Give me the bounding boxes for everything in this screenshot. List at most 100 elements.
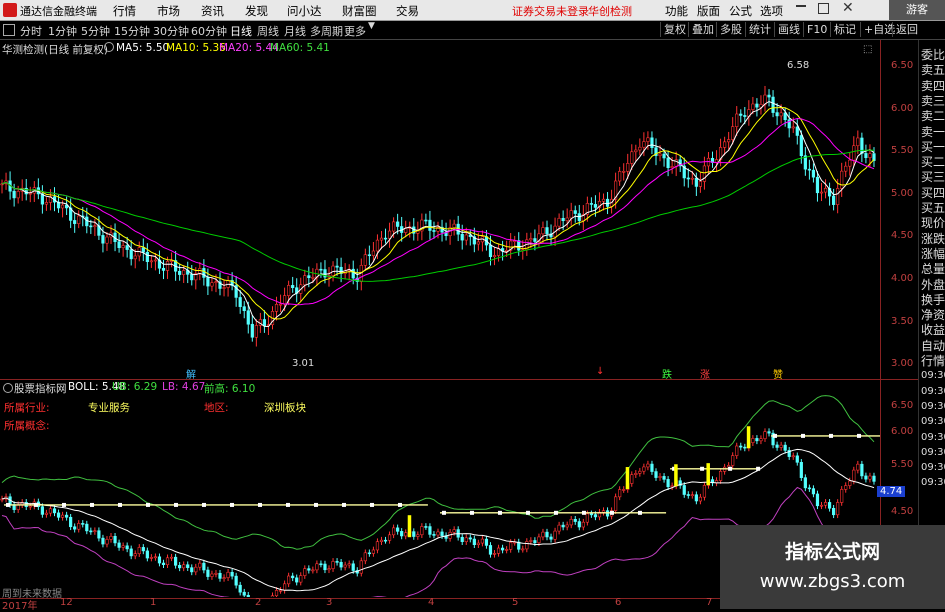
trade-login-warning[interactable]: 证券交易未登录 <box>512 3 589 19</box>
candle-body <box>129 249 133 260</box>
period-tab-intraday[interactable]: 分时 <box>20 23 42 39</box>
f10-button[interactable]: F10 <box>803 22 830 37</box>
candle-body <box>791 126 795 129</box>
candle-body <box>464 537 468 542</box>
candle-body <box>238 297 242 307</box>
menu-item-news[interactable]: 资讯 <box>201 3 224 19</box>
candle-body <box>488 545 493 555</box>
event-marker[interactable]: ↓ <box>596 366 604 377</box>
ma60-line <box>1 149 875 282</box>
side-panel-item[interactable]: 行情 <box>921 354 945 368</box>
signal-bar <box>407 515 412 538</box>
resistance-dot <box>441 510 446 515</box>
candle-body <box>60 514 65 518</box>
side-panel-item: 卖二 <box>921 109 945 124</box>
period-tab-weekly[interactable]: 周线 <box>257 23 279 39</box>
candle-body <box>634 149 638 153</box>
menu-item-market[interactable]: 行情 <box>113 3 136 19</box>
candle-body <box>557 217 561 227</box>
candle-body <box>371 250 376 256</box>
candle-body <box>815 493 820 507</box>
candle-body <box>186 564 190 568</box>
menu-item-trade[interactable]: 交易 <box>396 3 419 19</box>
candle-body <box>642 141 646 148</box>
draw-line-button[interactable]: 画线 <box>774 22 803 37</box>
mark-button[interactable]: 标记 <box>830 22 859 37</box>
candle-body <box>759 438 763 442</box>
candle-body <box>105 539 109 545</box>
menu-item-formula[interactable]: 公式 <box>729 3 752 19</box>
app-title: 通达信金融终端 <box>20 5 97 18</box>
period-tab-multi[interactable]: 多周期 <box>310 23 343 39</box>
candle-body <box>141 547 145 552</box>
candle-body <box>182 270 186 275</box>
signal-bar <box>746 426 751 449</box>
candle-body <box>246 594 250 597</box>
more-chevron-icon[interactable]: ▼ <box>368 21 375 31</box>
candle-body <box>698 496 702 502</box>
period-tab-daily[interactable]: 日线 <box>230 23 252 39</box>
menu-item-wealth[interactable]: 财富圈 <box>342 3 377 19</box>
resistance-dot <box>469 510 474 515</box>
x-tick: 6 <box>615 597 622 608</box>
candle-body <box>81 523 85 525</box>
candlestick-chart[interactable] <box>0 40 880 378</box>
minimize-icon[interactable] <box>796 5 806 7</box>
candle-body <box>383 237 388 240</box>
y-tick: 6.00 <box>891 426 914 437</box>
candle-body <box>339 561 343 568</box>
candle-body <box>718 471 723 481</box>
menu-item-ask[interactable]: 问小达 <box>287 3 322 19</box>
back-button[interactable]: 返回 <box>892 22 921 37</box>
x-axis <box>0 598 720 610</box>
ma10-line <box>1 106 875 320</box>
adjust-button[interactable]: 复权 <box>660 22 689 37</box>
candle-body <box>694 177 698 187</box>
candle-body <box>182 564 186 569</box>
maximize-icon[interactable] <box>818 3 829 14</box>
period-tab-more[interactable]: 更多 <box>344 23 366 39</box>
candle-body <box>819 191 824 194</box>
period-tab-60min[interactable]: 60分钟 <box>191 23 227 39</box>
menu-item-function[interactable]: 功能 <box>665 3 688 19</box>
menu-item-options[interactable]: 选项 <box>760 3 783 19</box>
candle-body <box>763 431 767 439</box>
multi-stock-button[interactable]: 多股 <box>716 22 745 37</box>
side-panel-item[interactable]: 自动 <box>921 339 945 353</box>
candle-body <box>367 254 371 257</box>
candle-body <box>807 487 811 490</box>
menu-item-layout[interactable]: 版面 <box>697 3 720 19</box>
period-tab-monthly[interactable]: 月线 <box>284 23 306 39</box>
candle-body <box>525 541 529 550</box>
candle-body <box>125 245 129 250</box>
menu-item-markets[interactable]: 市场 <box>157 3 180 19</box>
candle-body <box>852 145 856 161</box>
candle-body <box>178 565 182 569</box>
candle-body <box>97 530 101 539</box>
candle-body <box>165 261 170 271</box>
period-tab-30min[interactable]: 30分钟 <box>153 23 189 39</box>
resistance-dot <box>342 502 346 507</box>
candle-body <box>690 494 694 497</box>
statistics-button[interactable]: 统计 <box>745 22 774 37</box>
ma5-line <box>1 100 875 328</box>
ma20-line <box>1 117 875 306</box>
resistance-dot <box>370 502 374 507</box>
menu-item-discover[interactable]: 发现 <box>245 3 268 19</box>
period-tab-15min[interactable]: 15分钟 <box>114 23 150 39</box>
period-tab-5min[interactable]: 5分钟 <box>81 23 110 39</box>
side-panel-item: 09:30 <box>921 416 945 428</box>
side-panel-item: 现价 <box>921 216 945 231</box>
y-tick: 6.00 <box>891 103 914 114</box>
resistance-dot <box>756 466 761 471</box>
candle-body <box>751 438 755 443</box>
guest-button[interactable]: 游客 <box>889 0 945 20</box>
watermark-url: www.zbgs3.com <box>759 571 906 592</box>
layout-toggle-icon[interactable] <box>3 24 15 36</box>
overlay-button[interactable]: 叠加 <box>688 22 717 37</box>
candle-body <box>569 210 573 219</box>
period-tab-1min[interactable]: 1分钟 <box>48 23 77 39</box>
close-icon[interactable]: ✕ <box>842 0 854 16</box>
resistance-dot <box>258 502 262 507</box>
candle-body <box>335 265 339 268</box>
